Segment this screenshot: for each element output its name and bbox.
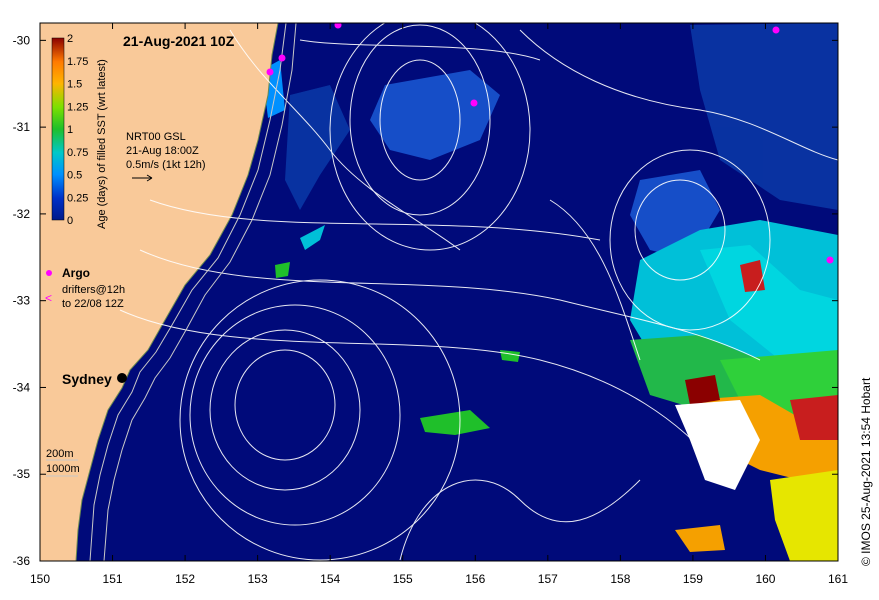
- credit-text: © IMOS 25-Aug-2021 13:54 Hobart: [859, 377, 873, 566]
- bathy-200m-label: 200m: [46, 448, 74, 460]
- colorbar-tick-label: 1.5: [67, 79, 82, 91]
- argo-float: [266, 68, 274, 76]
- vector-note-line1: NRT00 GSL: [126, 131, 186, 143]
- bathy-1000m-label: 1000m: [46, 463, 80, 475]
- y-tick-label: -34: [13, 380, 31, 394]
- x-tick-label: 157: [538, 572, 558, 586]
- colorbar-tick-label: 2: [67, 33, 73, 45]
- colorbar-tick-label: 0.25: [67, 192, 88, 204]
- colorbar-scale: [51, 37, 65, 221]
- drifters-arrow-icon: <: [45, 291, 52, 305]
- colorbar-tick-label: 1.25: [67, 101, 88, 113]
- colorbar-tick-label: 1.75: [67, 56, 88, 68]
- vector-note-line3: 0.5m/s (1kt 12h): [126, 159, 205, 171]
- x-tick-label: 158: [610, 572, 630, 586]
- y-tick-label: -31: [13, 120, 31, 134]
- colorbar-tick-label: 0.75: [67, 147, 88, 159]
- x-tick-label: 161: [828, 572, 848, 586]
- x-tick-label: 154: [320, 572, 340, 586]
- colorbar-tick-label: 0: [67, 215, 73, 227]
- y-tick-label: -30: [13, 33, 31, 47]
- x-tick-label: 156: [465, 572, 485, 586]
- argo-float: [278, 54, 286, 62]
- colorbar-tick-label: 0.5: [67, 170, 82, 182]
- y-tick-label: -33: [13, 294, 31, 308]
- x-tick-label: 160: [755, 572, 775, 586]
- argo-legend-label: Argo: [62, 266, 90, 280]
- vector-note-line2: 21-Aug 18:00Z: [126, 145, 199, 157]
- x-tick-label: 159: [683, 572, 703, 586]
- drifters-legend-line2: to 22/08 12Z: [62, 298, 124, 310]
- x-tick-label: 150: [30, 572, 50, 586]
- argo-float: [772, 26, 780, 34]
- sst-map: 150 151 152 153 154 155 156 157 158 159 160 161 -30…: [13, 22, 873, 586]
- drifters-legend-line1: drifters@12h: [62, 284, 125, 296]
- y-tick-label: -32: [13, 207, 31, 221]
- sydney-marker: [117, 373, 127, 383]
- x-tick-label: 153: [248, 572, 268, 586]
- plot-area: [40, 23, 838, 561]
- colorbar-tick-label: 1: [67, 124, 73, 136]
- y-tick-label: -36: [13, 554, 31, 568]
- sydney-label: Sydney: [62, 371, 112, 387]
- argo-legend-icon: [46, 270, 52, 276]
- x-tick-label: 152: [175, 572, 195, 586]
- argo-float: [470, 99, 478, 107]
- x-tick-label: 155: [393, 572, 413, 586]
- x-tick-label: 151: [103, 572, 123, 586]
- colorbar-label: Age (days) of filled SST (wrt latest): [96, 59, 108, 229]
- argo-float: [826, 256, 834, 264]
- map-title: 21-Aug-2021 10Z: [123, 33, 235, 49]
- y-tick-label: -35: [13, 467, 31, 481]
